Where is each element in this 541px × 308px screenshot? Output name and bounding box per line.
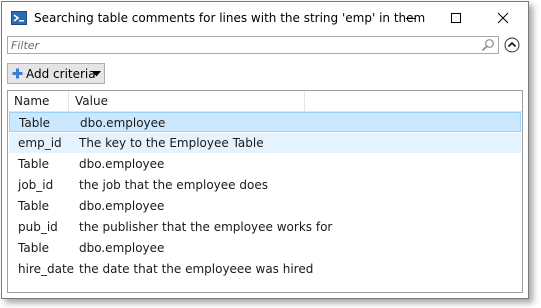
- cell-value: dbo.employee: [80, 116, 166, 130]
- table-row[interactable]: emp_id The key to the Employee Table: [9, 133, 521, 153]
- powershell-icon: [11, 11, 27, 25]
- filter-row: [7, 36, 523, 56]
- minimize-button[interactable]: [388, 2, 433, 34]
- column-header-name[interactable]: Name: [8, 91, 69, 111]
- maximize-button[interactable]: [433, 2, 478, 34]
- cell-value: the date that the employeee was hired: [79, 262, 314, 276]
- close-button[interactable]: [480, 2, 525, 34]
- cell-name: Table: [18, 241, 50, 255]
- table-row[interactable]: Table dbo.employee: [9, 112, 521, 132]
- plus-icon: [12, 68, 23, 79]
- cell-name: Table: [19, 116, 51, 130]
- window-title: Searching table comments for lines with …: [34, 11, 426, 25]
- maximize-icon: [450, 13, 461, 23]
- cell-value: dbo.employee: [79, 157, 165, 171]
- title-bar[interactable]: Searching table comments for lines with …: [2, 2, 528, 34]
- cell-value: The key to the Employee Table: [79, 136, 264, 150]
- cell-name: hire_date: [18, 262, 75, 276]
- close-icon: [497, 12, 508, 24]
- cell-name: Table: [18, 157, 50, 171]
- column-header-value[interactable]: Value: [69, 91, 305, 111]
- filter-input[interactable]: [11, 37, 471, 53]
- results-grid: Name Value Table dbo.employee emp_id The ke…: [7, 90, 523, 293]
- table-row[interactable]: hire_date the date that the employeee was…: [9, 259, 521, 279]
- grid-header: Name Value: [8, 91, 522, 112]
- cell-value: dbo.employee: [79, 199, 165, 213]
- cell-name: job_id: [18, 178, 54, 192]
- cell-value: the publisher that the employee works fo…: [79, 220, 333, 234]
- filter-box[interactable]: [7, 36, 499, 54]
- table-row[interactable]: pub_id the publisher that the employee wo…: [9, 217, 521, 237]
- minimize-icon: [405, 18, 416, 19]
- search-icon[interactable]: [481, 38, 495, 52]
- cell-name: pub_id: [18, 220, 58, 234]
- table-row[interactable]: Table dbo.employee: [9, 196, 521, 216]
- cell-name: Table: [18, 199, 50, 213]
- table-row[interactable]: Table dbo.employee: [9, 238, 521, 258]
- chevron-up-circle-icon[interactable]: [504, 37, 520, 53]
- dropdown-arrow-icon: [92, 71, 101, 77]
- cell-value: the job that the employee does: [79, 178, 268, 192]
- add-criteria-label: Add criteria: [26, 67, 96, 81]
- table-row[interactable]: Table dbo.employee: [9, 154, 521, 174]
- dialog-window: Searching table comments for lines with …: [1, 1, 529, 299]
- cell-name: emp_id: [18, 136, 62, 150]
- add-criteria-button[interactable]: Add criteria: [7, 63, 105, 84]
- column-header-empty: [305, 91, 522, 111]
- table-row[interactable]: job_id the job that the employee does: [9, 175, 521, 195]
- cell-value: dbo.employee: [79, 241, 165, 255]
